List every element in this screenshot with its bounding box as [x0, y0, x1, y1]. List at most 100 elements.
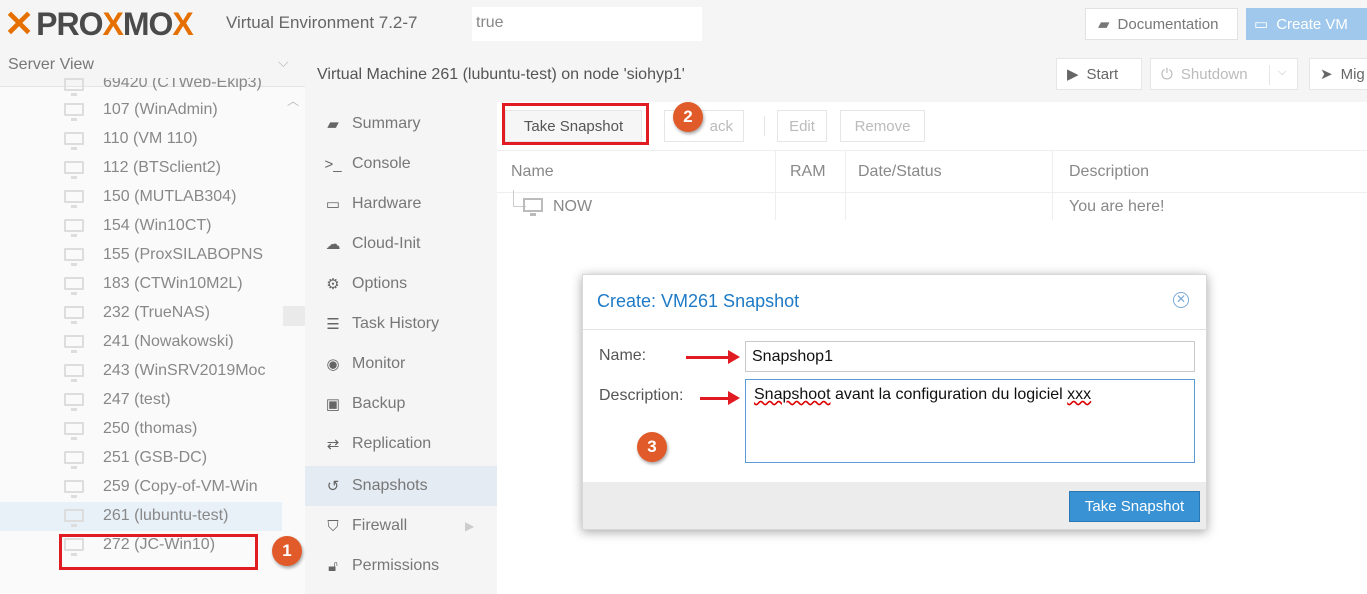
menu-item-label: Replication — [352, 435, 432, 452]
menu-item-summary[interactable]: ▰ Summary — [305, 104, 497, 144]
scroll-up-icon[interactable]: ︿ — [287, 92, 299, 109]
vm-menu: ▰ Summary >_ Console ▭ Hardware ☁ Cloud-… — [305, 102, 497, 594]
vm-icon — [64, 451, 84, 469]
tree-item-label: 69420 (CTWeb-Ekip3) — [103, 78, 262, 91]
vm-icon — [64, 103, 84, 121]
vm-icon — [64, 480, 84, 498]
tree-scrollbar[interactable] — [283, 306, 305, 326]
column-name[interactable]: Name — [511, 163, 554, 181]
menu-item-label: Backup — [352, 395, 406, 412]
gear-icon: ⚙ — [326, 276, 340, 293]
snapshot-description: You are here! — [1069, 198, 1165, 215]
close-icon[interactable]: ✕ — [1173, 292, 1189, 308]
tree-item-vm[interactable]: 154 (Win10CT) — [0, 212, 282, 241]
migrate-button[interactable]: ➤ Mig — [1309, 58, 1367, 90]
tree-item-label: 251 (GSB-DC) — [103, 449, 208, 466]
cloud-icon: ☁ — [325, 236, 341, 253]
shield-icon: ⛉ — [327, 517, 339, 535]
resource-tree: Server View ⌵ ︿ 69420 (CTWeb-Ekip3) 107 … — [0, 48, 305, 594]
chevron-down-icon[interactable]: ⌵ — [1278, 66, 1286, 79]
menu-item-replication[interactable]: ⇄ Replication — [305, 424, 497, 464]
tree-item-label: 154 (Win10CT) — [103, 217, 212, 234]
vm-icon — [64, 364, 84, 382]
toolbar-separator — [764, 116, 765, 136]
create-vm-label: Create VM — [1276, 15, 1348, 33]
power-icon: ⏻ — [1161, 65, 1173, 83]
tree-item-vm[interactable]: 107 (WinAdmin) — [0, 96, 282, 125]
tree-item-vm[interactable]: 150 (MUTLAB304) — [0, 183, 282, 212]
column-date-status[interactable]: Date/Status — [858, 163, 942, 181]
history-icon: ↺ — [326, 478, 340, 495]
monitor-icon — [523, 198, 543, 216]
menu-item-label: Monitor — [352, 355, 406, 372]
create-snapshot-dialog: Create: VM261 Snapshot ✕ Name: Descripti… — [582, 274, 1207, 530]
tree-item-vm[interactable]: 247 (test) — [0, 386, 282, 415]
column-ram[interactable]: RAM — [790, 163, 826, 181]
server-view-label: Server View — [8, 56, 94, 73]
menu-item-permissions[interactable]: 🔓︎ Permissions — [305, 546, 497, 586]
take-snapshot-submit-button[interactable]: Take Snapshot — [1069, 491, 1200, 522]
tree-item-label: 247 (test) — [103, 391, 171, 408]
monitor-icon: ▭ — [325, 196, 341, 213]
documentation-button[interactable]: ▰ Documentation — [1085, 8, 1238, 40]
tree-item-label: 150 (MUTLAB304) — [103, 188, 237, 205]
menu-item-backup[interactable]: ▣ Backup — [305, 384, 497, 424]
retweet-icon: ⇄ — [326, 436, 340, 453]
step-badge-1: 1 — [272, 536, 302, 566]
menu-item-hardware[interactable]: ▭ Hardware — [305, 184, 497, 224]
tree-item-vm[interactable]: 155 (ProxSILABOPNS — [0, 241, 282, 270]
tree-item-vm[interactable]: 251 (GSB-DC) — [0, 444, 282, 473]
search-input[interactable] — [472, 7, 702, 41]
tree-item-vm[interactable]: 243 (WinSRV2019Moc — [0, 357, 282, 386]
chevron-down-icon[interactable]: ⌵ — [278, 54, 289, 71]
start-button[interactable]: ▶ Start — [1056, 58, 1142, 90]
table-row[interactable]: NOW — [497, 192, 1367, 224]
menu-item-console[interactable]: >_ Console — [305, 144, 497, 184]
tree-item-vm[interactable]: 250 (thomas) — [0, 415, 282, 444]
menu-item-task-history[interactable]: ☰ Task History — [305, 304, 497, 344]
highlight-box-take-snapshot — [502, 103, 649, 145]
expand-arrow-icon: ▶ — [465, 519, 475, 533]
menu-item-label: Summary — [352, 115, 421, 132]
tree-item-vm[interactable]: 259 (Copy-of-VM-Win — [0, 473, 282, 502]
start-label: Start — [1086, 65, 1119, 83]
tree-item-vm[interactable]: 232 (TrueNAS) — [0, 299, 282, 328]
split-divider — [1269, 65, 1270, 85]
menu-item-label: Console — [352, 155, 411, 172]
list-icon: ☰ — [326, 316, 340, 333]
tree-item-vm[interactable]: 112 (BTSclient2) — [0, 154, 282, 183]
remove-button[interactable]: Remove — [840, 110, 925, 142]
create-vm-button[interactable]: ▭ Create VM — [1246, 8, 1367, 40]
step-badge-2: 2 — [673, 102, 703, 132]
step-badge-3: 3 — [637, 432, 667, 462]
shutdown-button[interactable]: ⏻ Shutdown ⌵ — [1150, 58, 1298, 90]
menu-item-firewall[interactable]: ⛉ Firewall ▶ — [305, 506, 497, 546]
snapshot-grid-header: Name RAM Date/Status Description — [497, 150, 1367, 220]
terminal-icon: >_ — [324, 155, 342, 173]
documentation-label: Documentation — [1117, 15, 1219, 33]
book-icon: ▰ — [327, 116, 339, 133]
menu-item-snapshots[interactable]: ↺ Snapshots — [305, 466, 497, 506]
tree-item-vm-selected[interactable]: 261 (lubuntu-test) — [0, 502, 282, 531]
proxmox-logo: ✕ PROXMOX — [4, 6, 194, 43]
tree-item-label: 259 (Copy-of-VM-Win — [103, 478, 258, 495]
tree-item-label: 112 (BTSclient2) — [103, 159, 221, 176]
highlight-box-selected-vm — [59, 534, 258, 570]
tree-item-vm[interactable]: 241 (Nowakowski) — [0, 328, 282, 357]
tree-item-vm[interactable]: 183 (CTWin10M2L) — [0, 270, 282, 299]
tree-item-vm[interactable]: 69420 (CTWeb-Ekip3) — [0, 78, 282, 96]
vm-icon — [64, 306, 84, 324]
menu-item-label: Hardware — [352, 195, 422, 212]
tree-item-vm[interactable]: 110 (VM 110) — [0, 125, 282, 154]
menu-item-label: Firewall — [352, 517, 408, 534]
vm-icon — [64, 132, 84, 150]
menu-item-monitor[interactable]: ◉ Monitor — [305, 344, 497, 384]
shutdown-label: Shutdown — [1180, 65, 1248, 83]
vm-title: Virtual Machine 261 (lubuntu-test) on no… — [317, 66, 685, 83]
vm-header: Virtual Machine 261 (lubuntu-test) on no… — [305, 48, 1367, 103]
menu-item-cloud-init[interactable]: ☁ Cloud-Init — [305, 224, 497, 264]
edit-button[interactable]: Edit — [777, 110, 827, 142]
menu-item-options[interactable]: ⚙ Options — [305, 264, 497, 304]
snapshot-name-field[interactable] — [745, 341, 1195, 372]
column-description[interactable]: Description — [1069, 163, 1149, 181]
